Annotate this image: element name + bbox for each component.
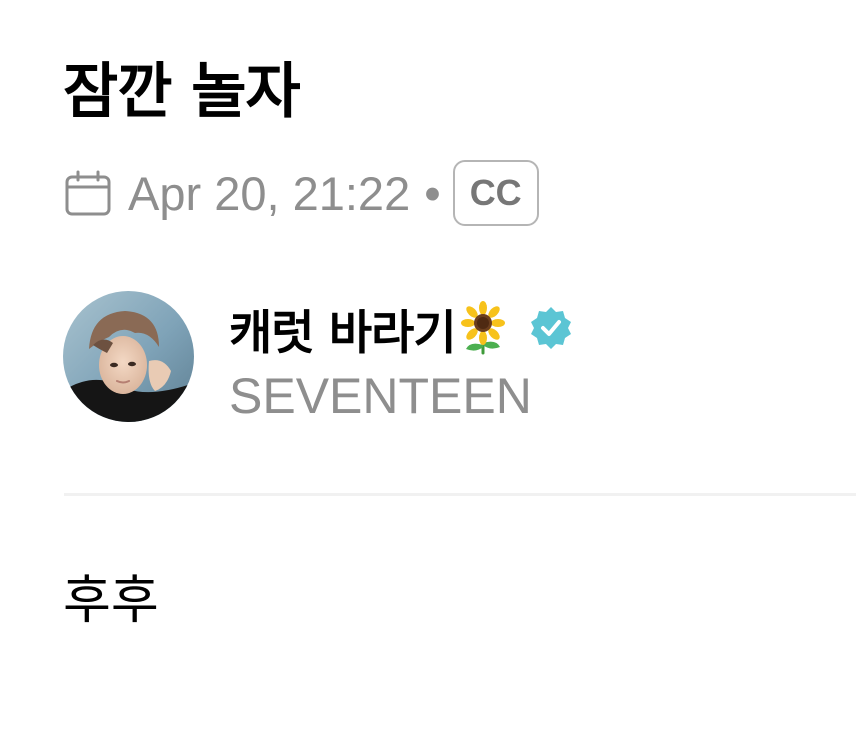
sunflower-icon — [458, 301, 508, 355]
author-name-row: 캐럿 바라기 — [229, 294, 574, 363]
verified-badge-icon — [528, 305, 574, 351]
author-group: SEVENTEEN — [229, 368, 532, 424]
avatar[interactable] — [63, 291, 194, 422]
calendar-icon — [64, 169, 112, 217]
post-body: 후후 — [63, 571, 159, 631]
post-date: Apr 20, 21:22 — [128, 166, 411, 220]
post-page: 잠깐 놀자 Apr 20, 21:22 • CC 캐럿 바라기 SEVENTEE… — [0, 0, 856, 736]
divider — [64, 493, 856, 496]
post-meta: Apr 20, 21:22 • CC — [64, 160, 539, 226]
post-title: 잠깐 놀자 — [63, 57, 301, 127]
author-name[interactable]: 캐럿 바라기 — [229, 294, 457, 363]
cc-badge[interactable]: CC — [452, 160, 539, 226]
meta-separator: • — [424, 166, 441, 220]
